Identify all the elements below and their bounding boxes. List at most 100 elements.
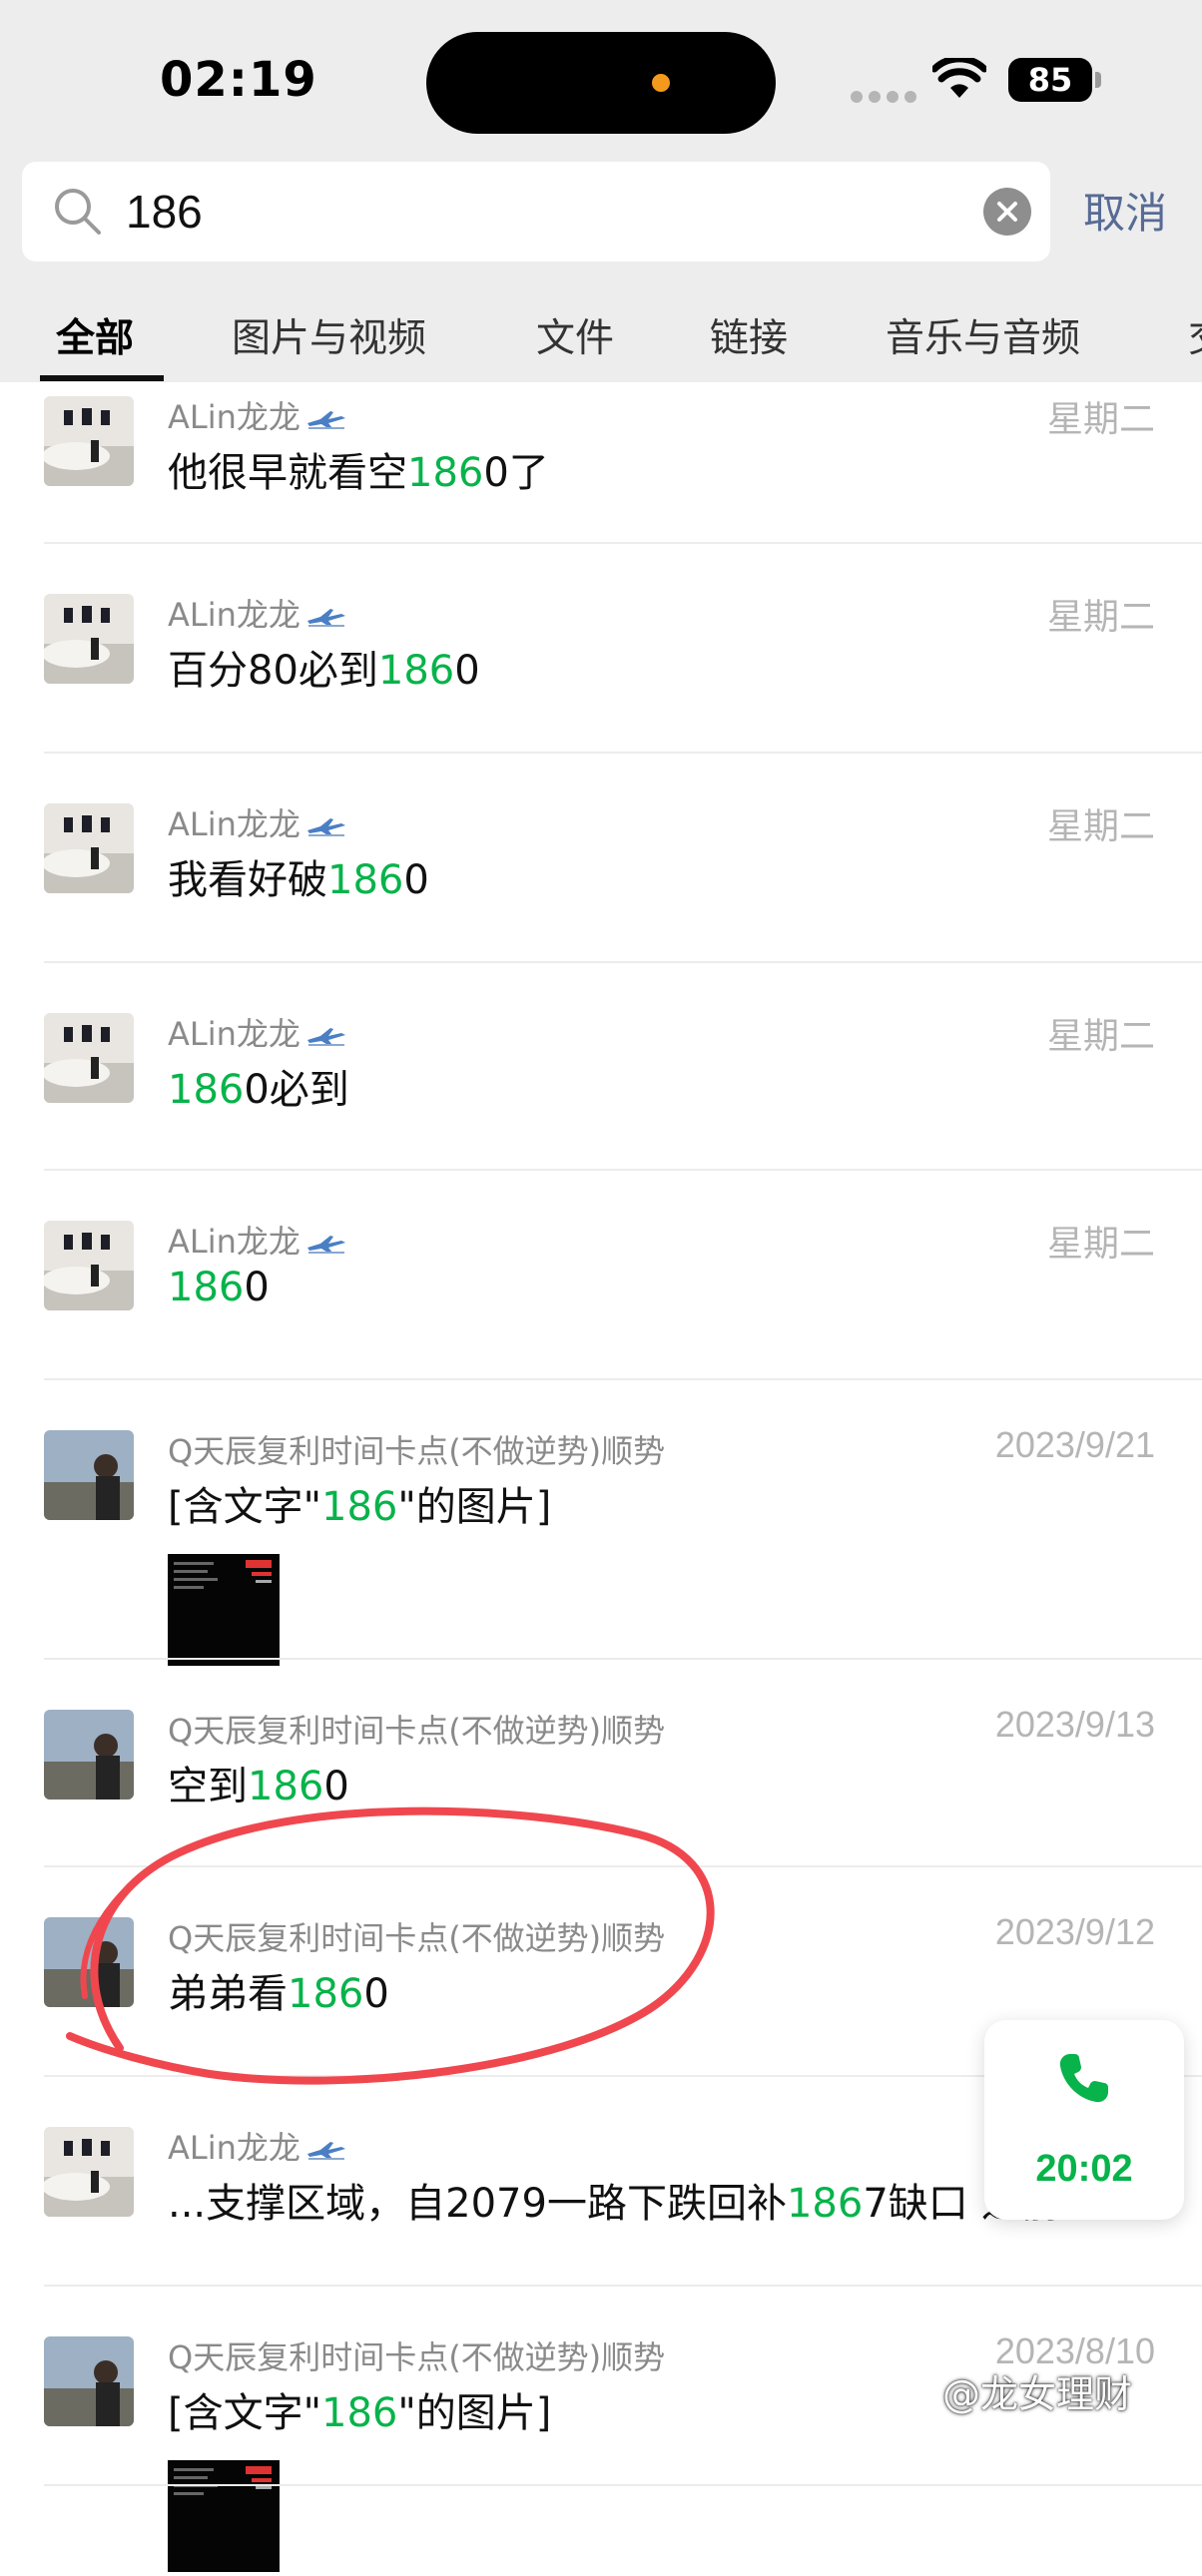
tab-more[interactable]: 交 (1188, 307, 1202, 363)
avatar[interactable] (44, 396, 134, 486)
message-snippet: 空到1860 (168, 1754, 349, 1811)
message-text: 0了 (483, 450, 549, 496)
battery-tip (1095, 72, 1101, 88)
airplane-icon (306, 400, 346, 438)
search-result-row[interactable]: ALin龙龙 星期二 1860必到 (0, 963, 1202, 1171)
sender-name-text: ALin龙龙 (168, 1223, 300, 1261)
sender-name: Q天辰复利时间卡点(不做逆势)顺势 (168, 1913, 665, 1959)
avatar[interactable] (44, 1917, 134, 2007)
tab-files[interactable]: 文件 (536, 307, 614, 363)
sender-name: ALin龙龙 (168, 2123, 346, 2169)
keyword-highlight: 186 (407, 450, 484, 496)
phone-icon (1059, 2054, 1108, 2103)
message-text: [含文字" (168, 1484, 322, 1530)
sender-name: ALin龙龙 (168, 1009, 346, 1055)
clear-search-icon[interactable] (983, 188, 1031, 236)
avatar[interactable] (44, 1013, 134, 1103)
message-date: 星期二 (1046, 596, 1155, 637)
keyword-highlight: 186 (288, 1971, 364, 2017)
message-text: 0 (244, 1265, 270, 1310)
message-text: 他很早就看空 (168, 450, 407, 496)
avatar[interactable] (44, 2127, 134, 2217)
message-date: 星期二 (1046, 1015, 1155, 1056)
sender-name-text: ALin龙龙 (168, 398, 300, 436)
message-text: "的图片] (397, 2390, 552, 2436)
tab-music-audio[interactable]: 音乐与音频 (886, 307, 1080, 363)
message-snippet: 他很早就看空1860了 (168, 440, 549, 498)
sender-name: Q天辰复利时间卡点(不做逆势)顺势 (168, 2332, 665, 2378)
message-snippet: 1860 (168, 1265, 270, 1310)
avatar[interactable] (44, 2336, 134, 2426)
watermark: @龙女理财 (942, 2372, 1133, 2416)
sender-name-text: ALin龙龙 (168, 596, 300, 634)
sender-name: ALin龙龙 (168, 1217, 346, 1263)
message-date: 星期二 (1046, 398, 1155, 439)
message-date: 2023/9/21 (994, 1424, 1155, 1465)
message-snippet: 百分80必到1860 (168, 638, 480, 696)
message-snippet: 1860必到 (168, 1057, 349, 1115)
airplane-icon (306, 1225, 346, 1263)
tab-all[interactable]: 全部 (56, 307, 134, 363)
search-input[interactable] (126, 162, 984, 261)
message-text: 0必到 (244, 1067, 349, 1113)
call-duration: 20:02 (1035, 2148, 1133, 2190)
keyword-highlight: 186 (377, 648, 455, 694)
avatar[interactable] (44, 803, 134, 893)
image-thumbnail[interactable] (168, 1554, 280, 1666)
floating-call-window[interactable]: 20:02 (984, 2020, 1184, 2220)
message-text: [含文字" (168, 2390, 322, 2436)
sender-name: ALin龙龙 (168, 392, 346, 438)
message-date: 星期二 (1046, 805, 1155, 846)
airplane-icon (306, 598, 346, 636)
avatar[interactable] (44, 1710, 134, 1800)
tab-links[interactable]: 链接 (710, 307, 788, 363)
message-text: "的图片] (397, 1484, 552, 1530)
sender-name-text: Q天辰复利时间卡点(不做逆势)顺势 (168, 1712, 666, 1750)
tab-photos-videos[interactable]: 图片与视频 (232, 307, 426, 363)
message-snippet: ...支撑区域，自2079一路下跌回补1867缺口 之前 (168, 2171, 1060, 2229)
sender-name-text: ALin龙龙 (168, 2129, 300, 2167)
airplane-icon (306, 2131, 346, 2169)
sender-name-text: Q天辰复利时间卡点(不做逆势)顺势 (168, 1919, 666, 1957)
keyword-highlight: 186 (168, 1067, 245, 1113)
airplane-icon (306, 807, 346, 845)
message-text: 0 (323, 1764, 349, 1809)
cellular-signal-icon (851, 88, 922, 107)
header: 02:19 85 取消 全部 图片与视频 文件 链接 音乐与音频 交 (0, 0, 1202, 382)
message-text: 我看好破 (168, 857, 327, 903)
message-text: 百分80必到 (168, 648, 378, 694)
battery-icon: 85 (1008, 58, 1092, 102)
cancel-button[interactable]: 取消 (1083, 180, 1167, 241)
image-thumbnail[interactable] (168, 2460, 280, 2572)
avatar[interactable] (44, 1221, 134, 1310)
search-result-row[interactable]: ALin龙龙 星期二 1860 (0, 1171, 1202, 1380)
avatar[interactable] (44, 1430, 134, 1520)
keyword-highlight: 186 (321, 1484, 398, 1530)
message-text: 空到 (168, 1764, 248, 1809)
message-text: 0 (403, 857, 429, 903)
sender-name-text: Q天辰复利时间卡点(不做逆势)顺势 (168, 1432, 666, 1470)
message-snippet: [含文字"186"的图片] (168, 1474, 551, 1532)
keyword-highlight: 186 (786, 2181, 864, 2227)
keyword-highlight: 186 (248, 1764, 324, 1809)
search-result-row[interactable]: ALin龙龙 星期二他很早就看空1860了 (0, 382, 1202, 544)
row-divider (44, 2484, 1202, 2486)
message-date: 2023/9/13 (994, 1704, 1155, 1745)
keyword-highlight: 186 (168, 1265, 245, 1310)
message-snippet: [含文字"186"的图片] (168, 2380, 551, 2438)
sender-name-text: ALin龙龙 (168, 1015, 300, 1053)
message-text: ...支撑区域，自2079一路下跌回补 (168, 2181, 787, 2227)
sender-name: ALin龙龙 (168, 590, 346, 636)
search-result-row[interactable]: ALin龙龙 星期二百分80必到1860 (0, 544, 1202, 754)
search-result-row[interactable]: Q天辰复利时间卡点(不做逆势)顺势 2023/9/13 空到1860 (0, 1660, 1202, 1867)
avatar[interactable] (44, 594, 134, 684)
search-result-row[interactable]: ALin龙龙 星期二 我看好破1860 (0, 754, 1202, 963)
message-text: 0 (363, 1971, 389, 2017)
search-box[interactable] (22, 162, 1050, 261)
search-result-row[interactable]: Q天辰复利时间卡点(不做逆势)顺势 2023/9/21 [含文字"186"的图片] (0, 1380, 1202, 1666)
keyword-highlight: 186 (327, 857, 404, 903)
sender-name-text: Q天辰复利时间卡点(不做逆势)顺势 (168, 2338, 666, 2376)
message-text: 弟弟看 (168, 1971, 288, 2017)
battery-level: 85 (1027, 61, 1073, 99)
search-icon (55, 189, 101, 235)
